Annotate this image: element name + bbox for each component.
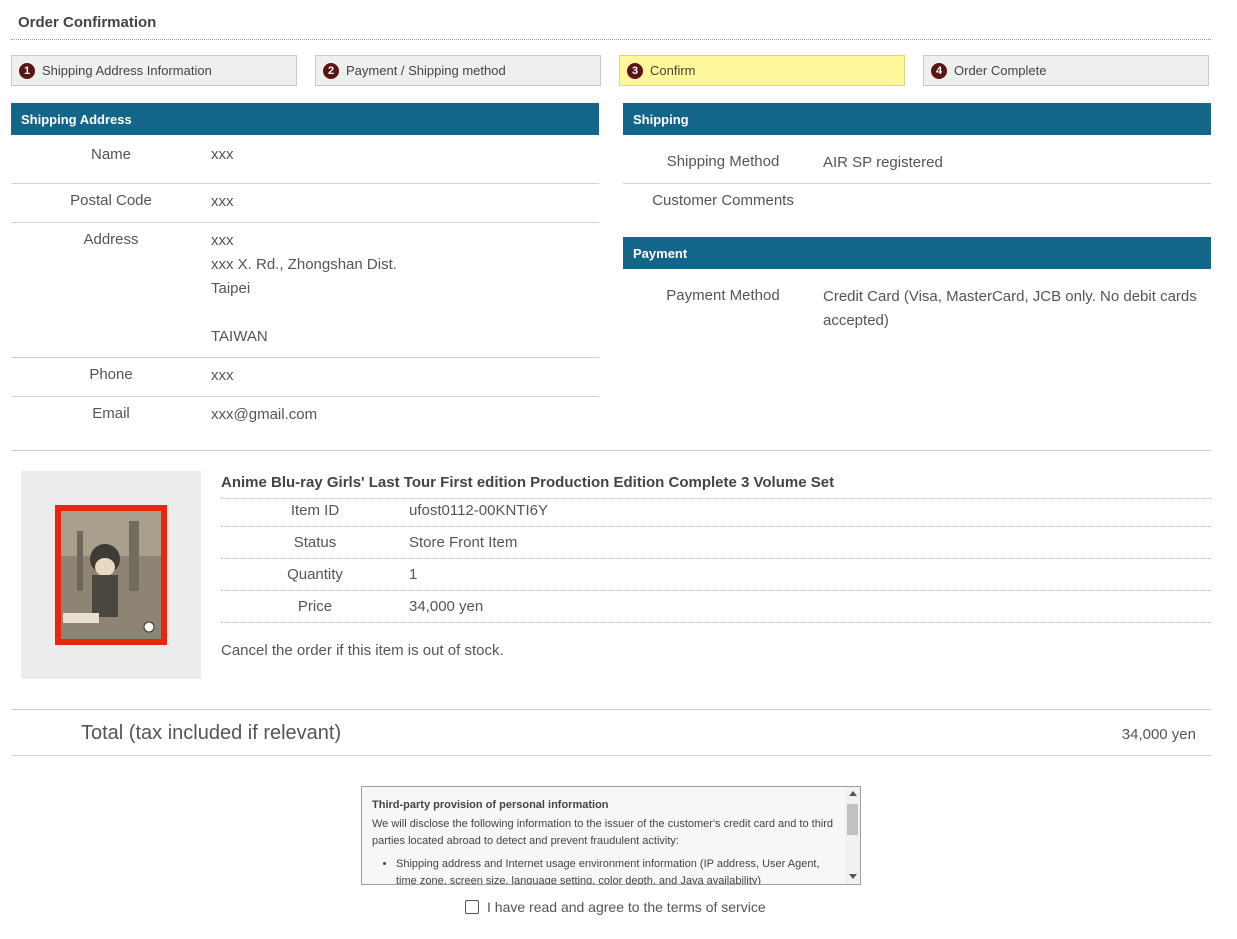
step-number-badge: 4	[931, 62, 947, 79]
row-label: Address	[83, 231, 139, 248]
cancel-note: Cancel the order if this item is out of …	[221, 642, 504, 659]
row-value: Credit Card (Visa, MasterCard, JCB only.…	[823, 288, 1197, 329]
total-label: Total (tax included if relevant)	[81, 722, 342, 744]
step-payment-shipping: 2 Payment / Shipping method	[315, 55, 601, 86]
item-row-status: Status Store Front Item	[221, 527, 1211, 559]
shipping-address-table: Name xxx Postal Code xxx Address xxx xxx…	[11, 145, 599, 436]
row-label: Postal Code	[70, 192, 152, 209]
row-value: AIR SP registered	[823, 154, 943, 171]
row-value: xxx	[211, 367, 234, 384]
row-value: xxx@gmail.com	[211, 406, 318, 423]
table-row: Customer Comments	[623, 184, 1211, 223]
row-label: Shipping Method	[666, 153, 780, 170]
terms-body: We will disclose the following informati…	[372, 818, 834, 847]
row-label: Name	[90, 146, 131, 163]
title-divider	[11, 39, 1211, 40]
row-value: ufost0112-00KNTI6Y	[409, 502, 548, 519]
step-label: Confirm	[650, 63, 696, 78]
section-divider	[11, 450, 1211, 451]
scroll-thumb[interactable]	[847, 804, 858, 835]
agree-checkbox[interactable]	[465, 900, 479, 914]
step-number-badge: 1	[19, 62, 35, 79]
item-image-frame	[21, 471, 201, 679]
table-row: Name xxx	[11, 145, 599, 184]
shipping-address-heading: Shipping Address	[11, 103, 599, 135]
table-row: Payment Method Credit Card (Visa, Master…	[623, 279, 1211, 339]
terms-scrollbar[interactable]	[845, 787, 860, 884]
agree-terms[interactable]: I have read and agree to the terms of se…	[465, 899, 766, 915]
step-number-badge: 3	[627, 62, 643, 79]
step-number-badge: 2	[323, 62, 339, 79]
table-row: Email xxx@gmail.com	[11, 397, 599, 436]
page-title: Order Confirmation	[18, 14, 157, 31]
scroll-up-icon[interactable]	[849, 791, 857, 796]
table-row: Postal Code xxx	[11, 184, 599, 223]
item-title[interactable]: Anime Blu-ray Girls' Last Tour First edi…	[221, 474, 834, 491]
shipping-table: Shipping Method AIR SP registered Custom…	[623, 145, 1211, 223]
step-label: Order Complete	[954, 63, 1047, 78]
step-confirm: 3 Confirm	[619, 55, 905, 86]
scroll-down-icon[interactable]	[849, 874, 857, 879]
step-label: Payment / Shipping method	[346, 63, 506, 78]
row-value: Store Front Item	[409, 534, 518, 551]
step-shipping-address: 1 Shipping Address Information	[11, 55, 297, 86]
product-image[interactable]	[21, 471, 201, 679]
row-value: xxx xxx X. Rd., Zhongshan Dist. Taipei T…	[211, 232, 397, 345]
payment-heading: Payment	[623, 237, 1211, 269]
row-label: Customer Comments	[652, 192, 794, 209]
step-order-complete: 4 Order Complete	[923, 55, 1209, 86]
row-label: Phone	[89, 366, 133, 383]
total-top-divider	[11, 709, 1211, 710]
row-value: xxx	[211, 146, 234, 163]
row-value: 1	[409, 566, 418, 583]
row-label: Price	[297, 598, 333, 615]
row-label: Quantity	[287, 566, 343, 583]
payment-table: Payment Method Credit Card (Visa, Master…	[623, 279, 1211, 339]
total-value: 34,000 yen	[1121, 726, 1196, 743]
item-row-price: Price 34,000 yen	[221, 591, 1211, 623]
terms-bullet: Shipping address and Internet usage envi…	[396, 856, 834, 884]
row-value: 34,000 yen	[409, 598, 484, 615]
row-label: Email	[92, 405, 130, 422]
row-label: Item ID	[290, 502, 340, 519]
agree-label: I have read and agree to the terms of se…	[487, 899, 766, 915]
shipping-heading: Shipping	[623, 103, 1211, 135]
row-label: Payment Method	[666, 287, 780, 304]
row-value: xxx	[211, 193, 234, 210]
table-row: Address xxx xxx X. Rd., Zhongshan Dist. …	[11, 223, 599, 358]
row-label: Status	[293, 534, 337, 551]
total-bottom-divider	[11, 755, 1211, 756]
table-row: Shipping Method AIR SP registered	[623, 145, 1211, 184]
table-row: Phone xxx	[11, 358, 599, 397]
item-row-quantity: Quantity 1	[221, 559, 1211, 591]
terms-scroll-box[interactable]: Third-party provision of personal inform…	[361, 786, 861, 885]
step-label: Shipping Address Information	[42, 63, 212, 78]
terms-heading: Third-party provision of personal inform…	[372, 799, 609, 811]
item-row-id: Item ID ufost0112-00KNTI6Y	[221, 495, 1211, 527]
